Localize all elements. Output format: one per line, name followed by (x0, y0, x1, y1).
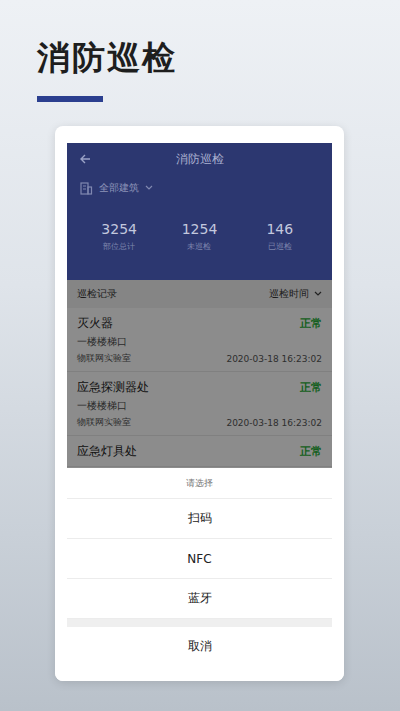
stat-label: 部位总计 (103, 241, 135, 252)
item-place: 物联网实验室 (77, 352, 131, 365)
stat-item: 146 已巡检 (240, 221, 320, 252)
top-bar: 消防巡检 (79, 143, 320, 175)
phone-card: 消防巡检全部建筑 3254 部位总计 1254 未巡检 146 已巡检巡检记录 巡检时间 灭火… (55, 126, 344, 681)
promo-page: 消防巡检消防巡检全部建筑3254部位总计1254未巡检146已巡检巡检记录巡检时… (0, 0, 400, 711)
record-title: 巡检记录 (77, 287, 117, 301)
stat-label: 已巡检 (268, 241, 292, 252)
sheet-separator (67, 619, 332, 627)
building-selector[interactable]: 全部建筑 (79, 181, 320, 195)
chevron-down-icon (314, 291, 322, 297)
stat-item: 1254 未巡检 (159, 221, 239, 252)
item-location: 一楼楼梯口 (77, 335, 322, 349)
app-screen: 消防巡检全部建筑 3254 部位总计 1254 未巡检 146 已巡检巡检记录 巡检时间 灭火… (67, 143, 332, 468)
record-item[interactable]: 应急灯具处 正常 (67, 436, 332, 467)
stat-value: 3254 (101, 221, 137, 237)
record-item[interactable]: 灭火器 正常一楼楼梯口物联网实验室 2020-03-18 16:23:02 (67, 308, 332, 372)
cancel-button[interactable]: 取消 (67, 627, 332, 666)
stat-label: 未巡检 (187, 241, 211, 252)
sheet-title: 请选择 (67, 468, 332, 499)
record-item[interactable]: 应急探测器处 正常一楼楼梯口物联网实验室 2020-03-18 16:23:02 (67, 372, 332, 436)
sheet-option[interactable]: 扫码 (67, 499, 332, 539)
item-status: 正常 (300, 444, 322, 459)
back-arrow-icon[interactable] (79, 153, 91, 165)
page-title: 消防巡检 (37, 36, 400, 80)
item-time: 2020-03-18 16:23:02 (226, 418, 322, 428)
item-name: 灭火器 (77, 315, 113, 332)
chevron-down-icon (145, 185, 153, 191)
item-status: 正常 (300, 380, 322, 395)
building-icon (79, 181, 93, 195)
sheet-option[interactable]: 蓝牙 (67, 579, 332, 619)
stats-row: 3254 部位总计 1254 未巡检 146 已巡检 (79, 221, 320, 252)
record-list: 巡检记录巡检时间 灭火器正常一楼楼梯口物联网实验室2020-03-18 16:2… (67, 280, 332, 468)
title-underline (37, 96, 103, 102)
item-name: 应急灯具处 (77, 443, 137, 460)
item-name: 应急探测器处 (77, 379, 149, 396)
sort-selector[interactable]: 巡检时间 (269, 287, 322, 301)
stat-value: 1254 (182, 221, 218, 237)
item-status: 正常 (300, 316, 322, 331)
stat-item: 3254 部位总计 (79, 221, 159, 252)
stat-value: 146 (266, 221, 293, 237)
item-time: 2020-03-18 16:23:02 (226, 354, 322, 364)
item-location: 一楼楼梯口 (77, 399, 322, 413)
app-title: 消防巡检 (79, 151, 320, 168)
item-place: 物联网实验室 (77, 416, 131, 429)
app-header: 消防巡检全部建筑 3254 部位总计 1254 未巡检 146 已巡检 (67, 143, 332, 280)
action-sheet: 请选择扫码NFC蓝牙取消 (55, 468, 344, 681)
building-label: 全部建筑 (99, 181, 139, 195)
record-header: 巡检记录 巡检时间 (67, 280, 332, 308)
sheet-option[interactable]: NFC (67, 539, 332, 579)
